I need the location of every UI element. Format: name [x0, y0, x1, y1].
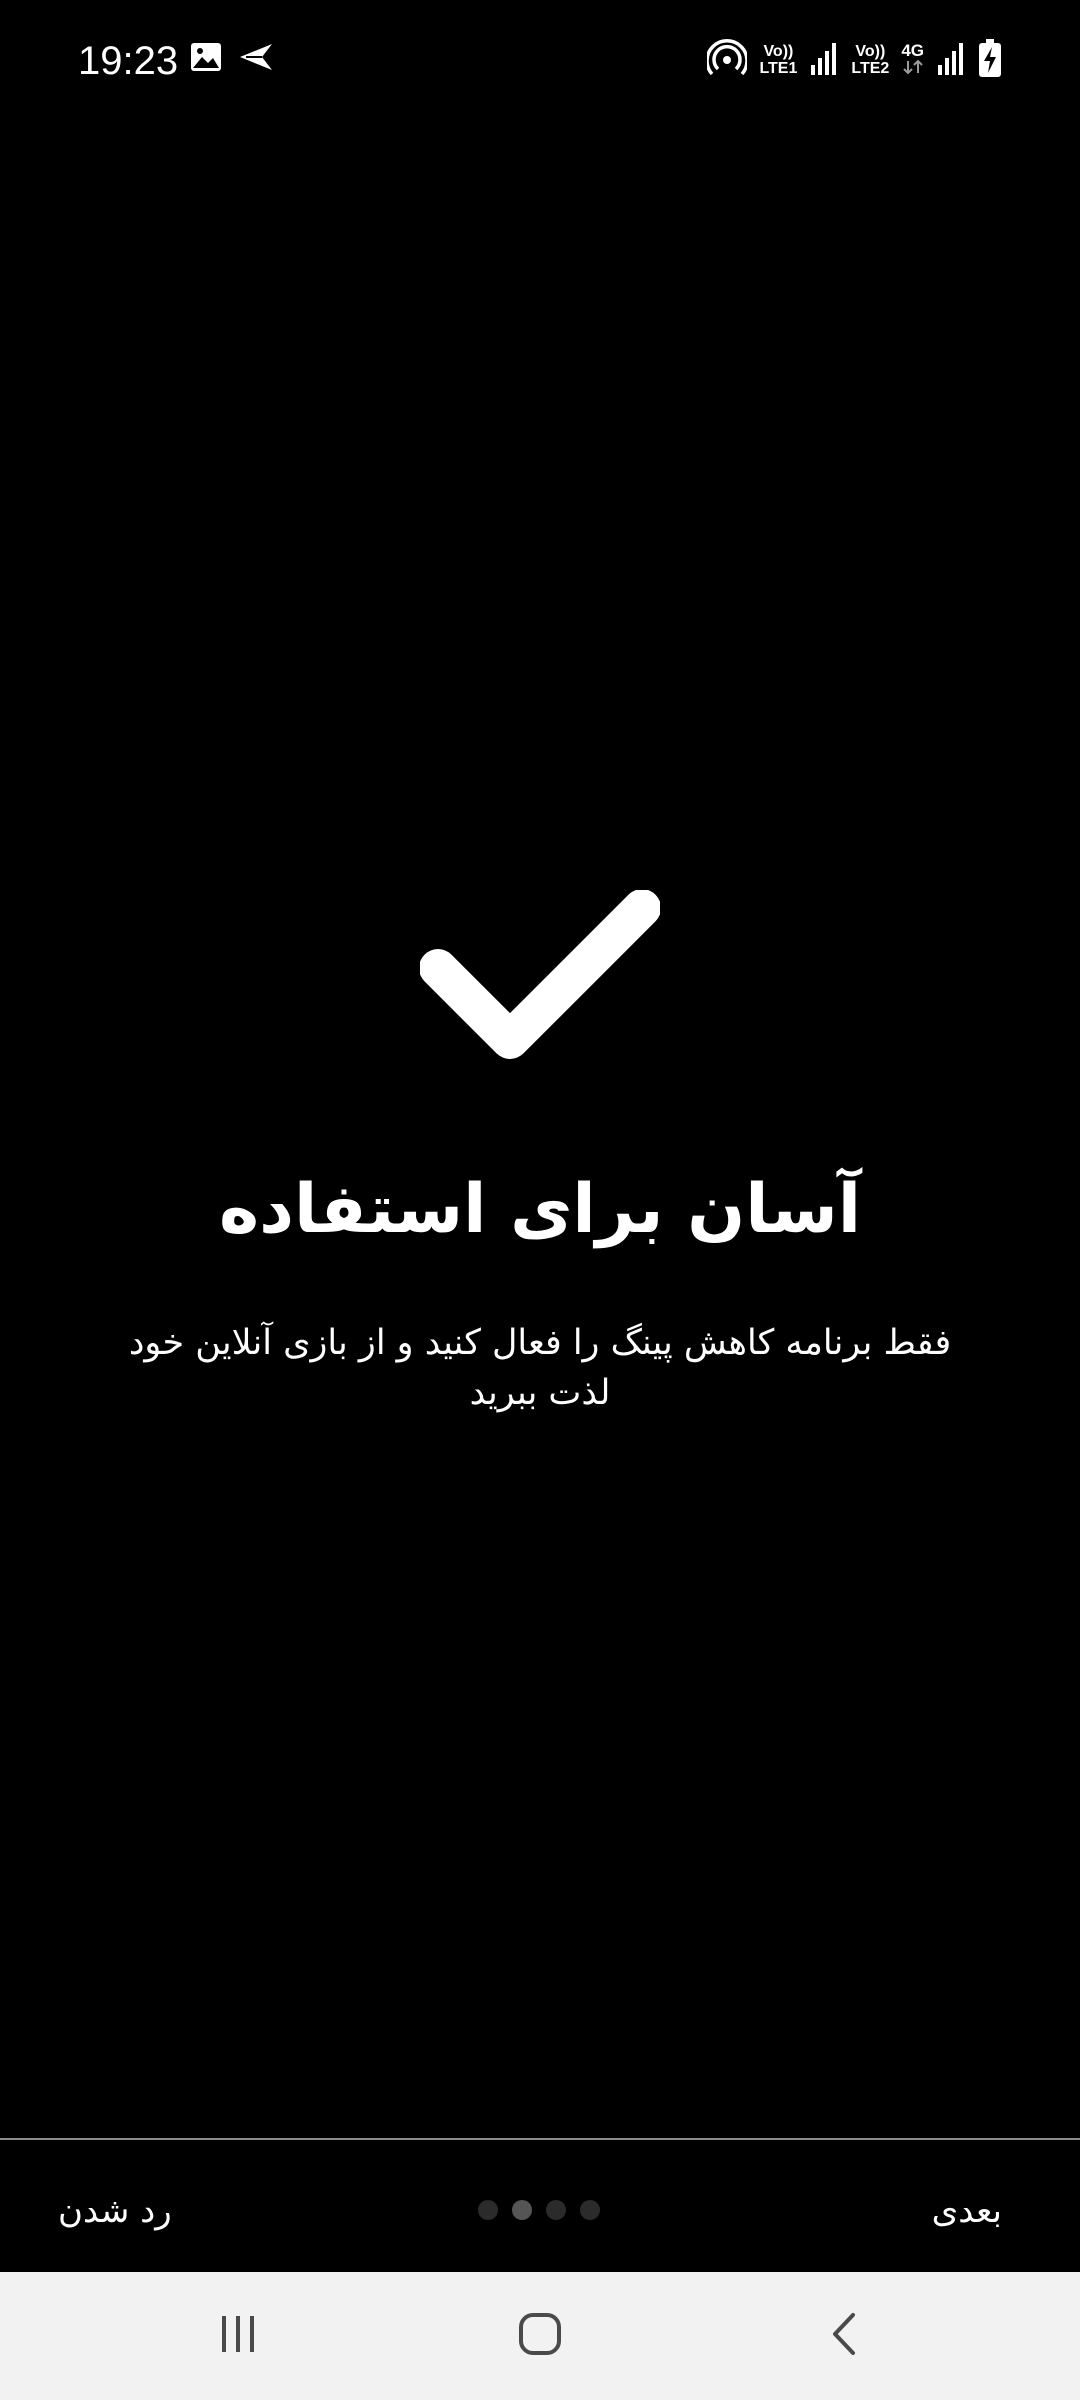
signal-icon: [936, 41, 966, 79]
sim1-volte-label: Vo)): [763, 43, 794, 60]
checkmark-icon: [419, 889, 661, 1080]
onboarding-screen: 19:23 Vo)) LTE1 Vo)) LTE2 4G آسان برای ا…: [0, 0, 1080, 2400]
back-icon: [829, 2312, 859, 2360]
image-icon: [190, 42, 222, 76]
page-description: فقط برنامه کاهش پینگ را فعال کنید و از ب…: [128, 1323, 952, 1413]
status-time: 19:23: [78, 39, 179, 83]
network-type-label: 4G: [901, 41, 924, 60]
status-left-icons: [190, 42, 274, 76]
status-right-icons: Vo)) LTE1 Vo)) LTE2 4G: [705, 38, 1002, 82]
sim2-volte-label: Vo)): [855, 43, 886, 60]
skip-button[interactable]: رد شدن: [58, 2186, 172, 2236]
sim2-lte-label: LTE2: [851, 60, 890, 77]
status-bar: 19:23 Vo)) LTE1 Vo)) LTE2 4G: [0, 0, 1080, 120]
page-dot-2: [512, 2200, 532, 2220]
system-nav-bar: [0, 2272, 1080, 2400]
page-dot-3: [546, 2200, 566, 2220]
home-button[interactable]: [500, 2296, 580, 2376]
back-button[interactable]: [804, 2296, 884, 2376]
home-icon: [518, 2312, 562, 2360]
recent-apps-button[interactable]: [198, 2296, 278, 2376]
volte-lte2-icon: Vo)) LTE2: [851, 43, 889, 77]
signal-icon: [809, 41, 839, 79]
page-indicator: [478, 2200, 600, 2220]
battery-charging-icon: [978, 38, 1002, 82]
hotspot-icon: [705, 38, 750, 82]
recent-apps-icon: [218, 2314, 258, 2358]
page-dot-4: [580, 2200, 600, 2220]
page-dot-1: [478, 2200, 498, 2220]
bottom-divider: [0, 2138, 1080, 2140]
volte-lte1-icon: Vo)) LTE1: [759, 43, 797, 77]
next-button[interactable]: بعدی: [932, 2186, 1002, 2236]
network-4g-icon: 4G: [901, 42, 924, 78]
send-icon: [238, 42, 274, 76]
page-title: آسان برای استفاده: [218, 1170, 861, 1249]
sim1-lte-label: LTE1: [759, 60, 798, 77]
